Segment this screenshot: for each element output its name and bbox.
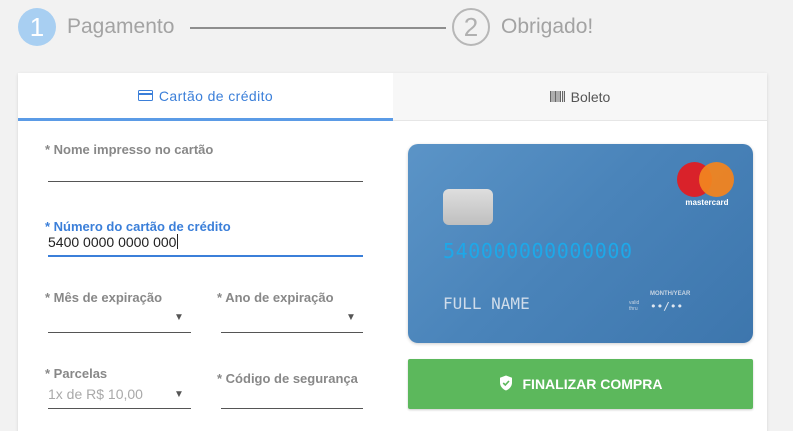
step-1-label: Pagamento — [67, 15, 175, 38]
credit-card-icon — [137, 88, 153, 104]
security-code-label: * Código de segurança — [217, 371, 358, 386]
barcode-icon — [549, 89, 565, 105]
installments-field[interactable]: * Parcelas — [45, 366, 107, 381]
card-number-field[interactable]: * Número do cartão de crédito — [45, 219, 231, 234]
security-code-field[interactable]: * Código de segurança — [217, 371, 358, 386]
expiry-year-field[interactable]: * Ano de expiração — [217, 290, 334, 305]
card-preview-expiry: ••/•• — [650, 300, 684, 313]
card-number-label: * Número do cartão de crédito — [45, 219, 231, 234]
finalize-purchase-button[interactable]: FINALIZAR COMPRA — [408, 359, 753, 409]
security-code-input[interactable] — [221, 408, 363, 409]
step-2-label: Obrigado! — [501, 15, 594, 38]
tab-credit-card-label: Cartão de crédito — [158, 87, 274, 104]
installments-value[interactable]: 1x de R$ 10,00 — [48, 386, 143, 402]
card-number-input[interactable]: 5400 0000 0000 000 — [48, 234, 179, 250]
expiry-year-label: * Ano de expiração — [217, 290, 334, 305]
card-preview-expiry-label: MONTH/YEAR — [650, 291, 691, 297]
card-brand-text: mastercard — [685, 198, 729, 207]
expiry-month-select[interactable] — [48, 332, 191, 333]
text-caret — [177, 234, 179, 249]
checkout-stepper: 1 Pagamento 2 Obrigado! — [18, 8, 778, 46]
tab-boleto[interactable]: Boleto — [393, 73, 767, 121]
mastercard-logo-icon: mastercard — [675, 160, 740, 210]
tab-boleto-label: Boleto — [570, 88, 611, 105]
installments-dropdown-icon[interactable]: ▼ — [174, 389, 184, 400]
shield-check-icon — [499, 375, 513, 394]
cardholder-name-field[interactable]: * Nome impresso no cartão — [45, 142, 213, 157]
step-1-indicator: 1 — [18, 8, 56, 46]
expiry-year-select[interactable] — [221, 332, 363, 333]
expiry-month-label: * Mês de expiração — [45, 290, 163, 305]
tab-credit-card[interactable]: Cartão de crédito — [18, 73, 393, 121]
credit-card-preview: mastercard 540000000000000 FULL NAME val… — [408, 144, 753, 343]
card-preview-name: FULL NAME — [443, 294, 530, 313]
finalize-purchase-label: FINALIZAR COMPRA — [522, 376, 663, 392]
stepper-connector — [190, 27, 446, 29]
cardholder-name-label: * Nome impresso no cartão — [45, 142, 214, 157]
installments-label: * Parcelas — [45, 366, 108, 381]
expiry-month-field[interactable]: * Mês de expiração — [45, 290, 162, 305]
card-chip-icon — [443, 189, 493, 225]
card-number-underline — [48, 255, 363, 257]
card-preview-valid-label: valid thru — [629, 300, 640, 312]
step-2-indicator: 2 — [452, 8, 490, 46]
installments-select[interactable] — [48, 408, 191, 409]
expiry-year-dropdown-icon[interactable]: ▼ — [346, 312, 356, 323]
cardholder-name-input[interactable] — [48, 181, 363, 182]
card-preview-number: 540000000000000 — [443, 239, 633, 263]
card-number-value: 5400 0000 0000 000 — [48, 234, 177, 250]
expiry-month-dropdown-icon[interactable]: ▼ — [174, 312, 184, 323]
payment-tabs: Cartão de crédito Boleto — [18, 73, 767, 121]
